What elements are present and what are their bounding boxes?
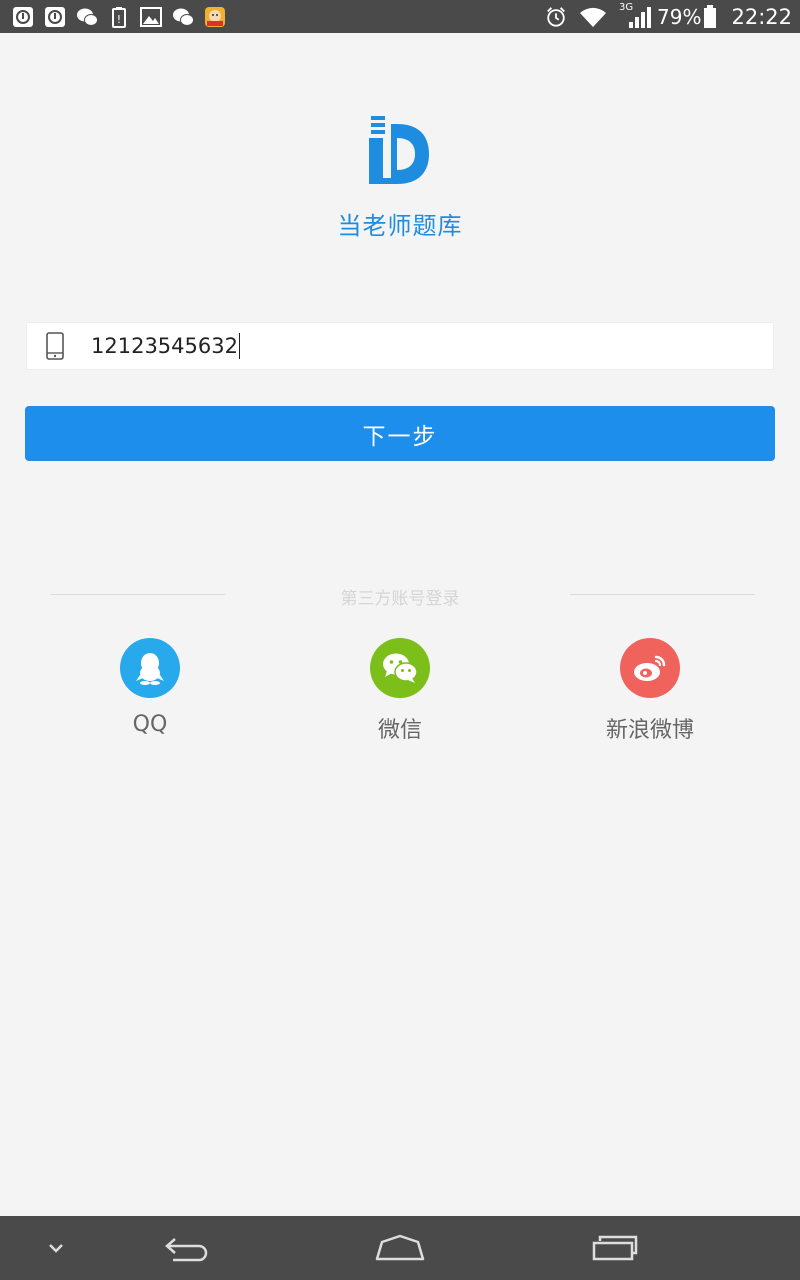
app-title: 当老师题库 <box>337 212 463 240</box>
notification-b-icon <box>44 6 66 28</box>
collapse-icon[interactable] <box>36 1216 76 1280</box>
qq-login-button[interactable]: QQ <box>60 638 240 737</box>
wechat-icon <box>370 638 430 698</box>
app-logo-icon <box>369 116 429 184</box>
svg-text:!: ! <box>117 13 121 26</box>
image-icon <box>140 6 162 28</box>
phone-icon <box>46 332 64 360</box>
navigation-bar <box>0 1216 800 1280</box>
app-logo-area: 当老师题库 <box>0 112 800 241</box>
phone-field[interactable]: 12123545632 <box>26 322 774 370</box>
phone-input[interactable]: 12123545632 <box>91 333 240 359</box>
game-app-icon <box>204 6 226 28</box>
weibo-icon <box>620 638 680 698</box>
weibo-label: 新浪微博 <box>605 718 694 743</box>
status-bar: ! 3G 79% 22:22 <box>0 0 800 33</box>
network-type: 3G <box>619 1 634 13</box>
battery-warning-icon: ! <box>108 6 130 28</box>
battery-icon <box>703 4 717 28</box>
weibo-login-button[interactable]: 新浪微博 <box>560 638 740 744</box>
home-icon[interactable] <box>362 1216 438 1280</box>
battery-percent: 79% <box>657 4 702 29</box>
status-left-icons: ! <box>12 6 236 28</box>
wifi-icon <box>579 6 607 28</box>
wechat-icon <box>76 6 98 28</box>
wechat-login-button[interactable]: 微信 <box>310 638 490 744</box>
divider-right <box>570 594 755 595</box>
signal-icon: 3G <box>619 2 652 28</box>
third-party-label: 第三方账号登录 <box>340 589 460 609</box>
wechat-label: 微信 <box>377 718 422 743</box>
status-right: 3G 79% 22:22 <box>539 2 792 29</box>
qq-icon <box>120 638 180 698</box>
back-icon[interactable] <box>150 1216 222 1280</box>
wechat-icon <box>172 6 194 28</box>
next-step-button[interactable]: 下一步 <box>25 406 775 461</box>
clock: 22:22 <box>731 4 792 29</box>
notification-a-icon <box>12 6 34 28</box>
qq-label: QQ <box>132 712 168 737</box>
recents-icon[interactable] <box>580 1216 652 1280</box>
alarm-icon <box>545 6 567 28</box>
